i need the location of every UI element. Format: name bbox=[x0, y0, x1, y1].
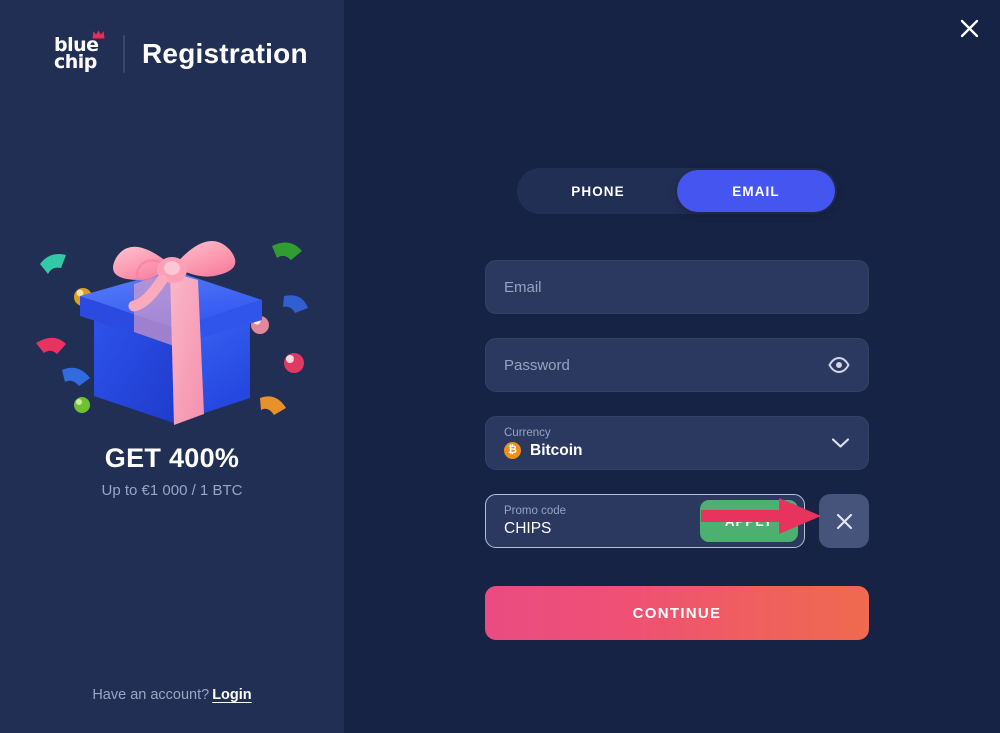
bonus-subtitle: Up to €1 000 / 1 BTC bbox=[101, 482, 243, 499]
promo-code-value: CHIPS bbox=[504, 520, 552, 537]
gift-box-illustration bbox=[36, 241, 308, 425]
logo-line-2: chip bbox=[54, 51, 97, 73]
continue-button[interactable]: CONTINUE bbox=[485, 586, 869, 640]
brand-header: blue chip Registration bbox=[54, 30, 308, 76]
brand-divider bbox=[123, 35, 125, 73]
apply-promo-button[interactable]: APPLY bbox=[700, 500, 798, 542]
promo-code-input[interactable]: Promo code CHIPS APPLY bbox=[485, 494, 805, 548]
password-field[interactable]: Password bbox=[485, 338, 869, 392]
close-icon bbox=[836, 513, 852, 529]
close-modal-button[interactable] bbox=[951, 10, 987, 46]
clear-promo-button[interactable] bbox=[819, 494, 869, 548]
chevron-down-icon bbox=[831, 438, 850, 448]
login-link[interactable]: Login bbox=[212, 687, 251, 703]
email-field[interactable]: Email bbox=[485, 260, 869, 314]
password-placeholder: Password bbox=[504, 356, 570, 374]
currency-value: Bitcoin bbox=[530, 442, 583, 459]
currency-label: Currency bbox=[504, 427, 551, 439]
password-visibility-toggle[interactable] bbox=[828, 357, 850, 373]
crown-icon bbox=[92, 30, 105, 39]
auth-method-tabs: PHONE EMAIL bbox=[517, 168, 837, 214]
close-icon bbox=[960, 19, 978, 37]
promo-panel: blue chip Registration GET 400% Up to €1… bbox=[0, 0, 344, 733]
page-title: Registration bbox=[142, 38, 308, 69]
promo-code-row: Promo code CHIPS APPLY bbox=[485, 494, 869, 548]
bluechip-logo: blue chip bbox=[54, 30, 106, 76]
bitcoin-icon: ₿ bbox=[504, 442, 521, 459]
tab-email[interactable]: EMAIL bbox=[677, 170, 835, 212]
registration-form: PHONE EMAIL Email Password Currency ₿ Bi… bbox=[485, 168, 869, 640]
currency-value-row: ₿ Bitcoin bbox=[504, 441, 583, 460]
account-prompt-row: Have an account? Login bbox=[0, 687, 344, 703]
email-placeholder: Email bbox=[504, 278, 542, 296]
currency-dropdown-toggle[interactable] bbox=[831, 437, 850, 449]
eye-icon bbox=[828, 357, 850, 373]
registration-modal: blue chip Registration GET 400% Up to €1… bbox=[0, 0, 1000, 733]
promo-code-label: Promo code bbox=[504, 505, 567, 517]
currency-select[interactable]: Currency ₿ Bitcoin bbox=[485, 416, 869, 470]
bonus-title: GET 400% bbox=[104, 443, 240, 473]
registration-form-panel: PHONE EMAIL Email Password Currency ₿ Bi… bbox=[344, 0, 1000, 733]
account-prompt-label: Have an account? bbox=[92, 687, 210, 703]
tab-phone[interactable]: PHONE bbox=[519, 170, 677, 212]
